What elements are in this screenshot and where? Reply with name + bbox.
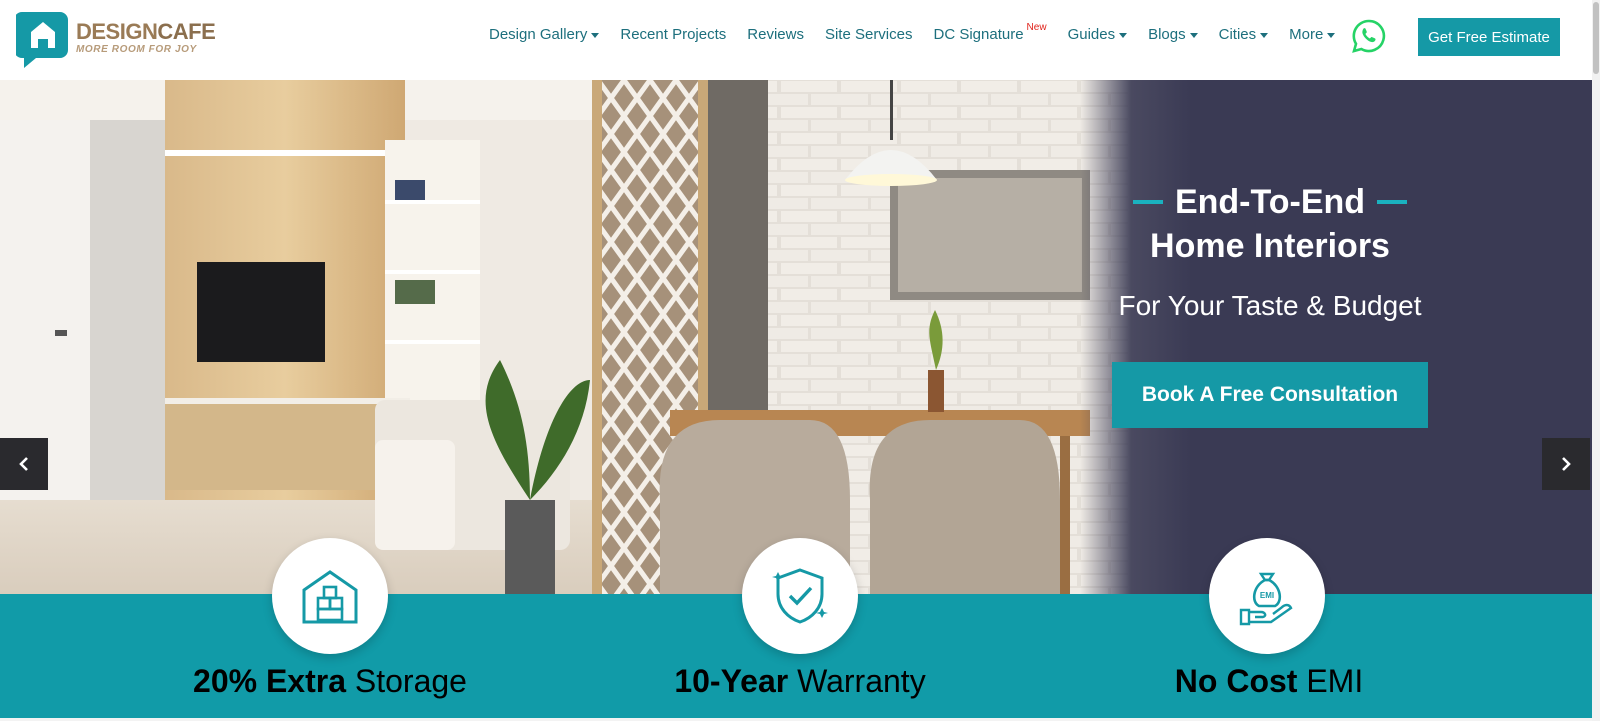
dash-decoration bbox=[1132, 200, 1163, 204]
whatsapp-icon[interactable] bbox=[1352, 19, 1386, 53]
shield-check-icon bbox=[772, 568, 828, 624]
nav-dc-signature[interactable]: DC Signature New bbox=[933, 22, 1047, 43]
nav-more[interactable]: More bbox=[1289, 26, 1336, 43]
nav-label: Guides bbox=[1067, 26, 1116, 43]
nav-label: Reviews bbox=[747, 26, 804, 43]
nav-guides[interactable]: Guides bbox=[1068, 26, 1128, 43]
feature-emi-badge: EMI bbox=[1209, 538, 1325, 654]
money-bag-hand-icon: EMI bbox=[1239, 572, 1293, 626]
caret-down-icon bbox=[1327, 32, 1336, 38]
main-nav: Design Gallery Recent Projects Reviews S… bbox=[489, 22, 1356, 43]
feature-bold: 10-Year bbox=[674, 663, 789, 699]
get-free-estimate-button[interactable]: Get Free Estimate bbox=[1418, 18, 1560, 56]
dash-decoration bbox=[1377, 200, 1408, 204]
hero-subtitle: For Your Taste & Budget bbox=[1118, 290, 1422, 321]
nav-site-services[interactable]: Site Services bbox=[825, 26, 913, 43]
nav-label: Recent Projects bbox=[620, 26, 727, 43]
hero-title-text: End-To-End bbox=[1174, 182, 1366, 221]
scrollbar-thumb[interactable] bbox=[1593, 2, 1599, 74]
feature-rest: Warranty bbox=[788, 663, 926, 699]
nav-label: Blogs bbox=[1148, 26, 1186, 43]
nav-cities[interactable]: Cities bbox=[1219, 26, 1269, 43]
nav-blogs[interactable]: Blogs bbox=[1148, 26, 1198, 43]
carousel-prev-button[interactable] bbox=[0, 438, 48, 490]
feature-emi-label: No Cost EMI bbox=[1109, 663, 1429, 700]
nav-label: Cities bbox=[1218, 26, 1257, 43]
nav-label: DC Signature bbox=[933, 26, 1024, 43]
nav-label: Design Gallery bbox=[489, 26, 588, 43]
warehouse-boxes-icon bbox=[302, 570, 358, 624]
caret-down-icon bbox=[1119, 32, 1128, 38]
carousel-next-button[interactable] bbox=[1542, 438, 1590, 490]
hero-title-line1: End-To-End bbox=[1070, 180, 1470, 224]
feature-rest: EMI bbox=[1297, 663, 1364, 699]
caret-down-icon bbox=[1260, 32, 1269, 38]
nav-reviews[interactable]: Reviews bbox=[747, 26, 804, 43]
new-badge: New bbox=[1026, 22, 1047, 33]
logo-house-icon bbox=[16, 12, 68, 68]
hero-copy: End-To-End Home Interiors For Your Taste… bbox=[1070, 180, 1470, 428]
feature-warranty-badge bbox=[742, 538, 858, 654]
caret-down-icon bbox=[591, 32, 600, 38]
nav-label: More bbox=[1289, 26, 1324, 43]
feature-storage-badge bbox=[272, 538, 388, 654]
nav-label: Site Services bbox=[824, 26, 913, 43]
nav-recent-projects[interactable]: Recent Projects bbox=[620, 26, 726, 43]
feature-bold: 20% Extra bbox=[193, 663, 346, 699]
brand-tagline: MORE ROOM FOR JOY bbox=[76, 44, 197, 55]
caret-down-icon bbox=[1189, 32, 1198, 38]
site-header: DESIGNCAFE MORE ROOM FOR JOY Design Gall… bbox=[0, 0, 1592, 80]
hero-carousel: End-To-End Home Interiors For Your Taste… bbox=[0, 80, 1592, 594]
feature-warranty-label: 10-Year Warranty bbox=[640, 663, 960, 700]
feature-bold: No Cost bbox=[1174, 663, 1298, 699]
page-scrollbar[interactable] bbox=[1592, 0, 1600, 721]
emi-icon-text: EMI bbox=[1260, 591, 1274, 600]
chevron-right-icon bbox=[1562, 457, 1571, 471]
feature-storage-label: 20% Extra Storage bbox=[170, 663, 490, 700]
brand-name: DESIGNCAFE bbox=[76, 19, 216, 44]
nav-design-gallery[interactable]: Design Gallery bbox=[489, 26, 600, 43]
hero-title-line2: Home Interiors bbox=[1150, 227, 1390, 265]
chevron-left-icon bbox=[19, 457, 28, 471]
brand-logo[interactable]: DESIGNCAFE MORE ROOM FOR JOY bbox=[16, 8, 216, 68]
feature-rest: Storage bbox=[346, 663, 467, 699]
book-consultation-button[interactable]: Book A Free Consultation bbox=[1112, 362, 1428, 428]
